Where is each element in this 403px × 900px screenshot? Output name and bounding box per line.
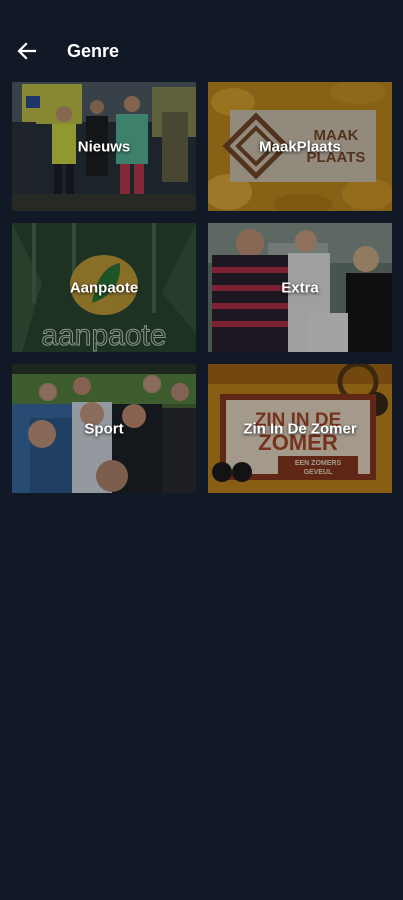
genre-tile-zin-in-de-zomer[interactable]: ZIN IN DE ZOMER EEN ZOMERS GEVEUL Zin In…: [208, 364, 392, 493]
genre-label: Zin In De Zomer: [243, 420, 357, 437]
genre-label: Nieuws: [77, 138, 131, 155]
genre-label: Sport: [84, 420, 124, 437]
genre-tile-aanpaote[interactable]: aanpaote Aanpaote: [12, 223, 196, 352]
genre-label: Aanpaote: [69, 279, 139, 296]
genre-tile-sport[interactable]: Sport: [12, 364, 196, 493]
back-button[interactable]: [12, 36, 42, 66]
genre-tile-extra[interactable]: Extra: [208, 223, 392, 352]
arrow-left-icon: [17, 41, 37, 61]
page-title: Genre: [67, 41, 120, 61]
genre-label: Extra: [281, 279, 319, 296]
genre-label: MaakPlaats: [259, 138, 341, 155]
app-screen: Genre Nieuws MAAK PLAATS MaakPlaats aanp…: [0, 0, 403, 900]
genre-tile-nieuws[interactable]: Nieuws: [12, 82, 196, 211]
genre-tile-maakplaats[interactable]: MAAK PLAATS MaakPlaats: [208, 82, 392, 211]
